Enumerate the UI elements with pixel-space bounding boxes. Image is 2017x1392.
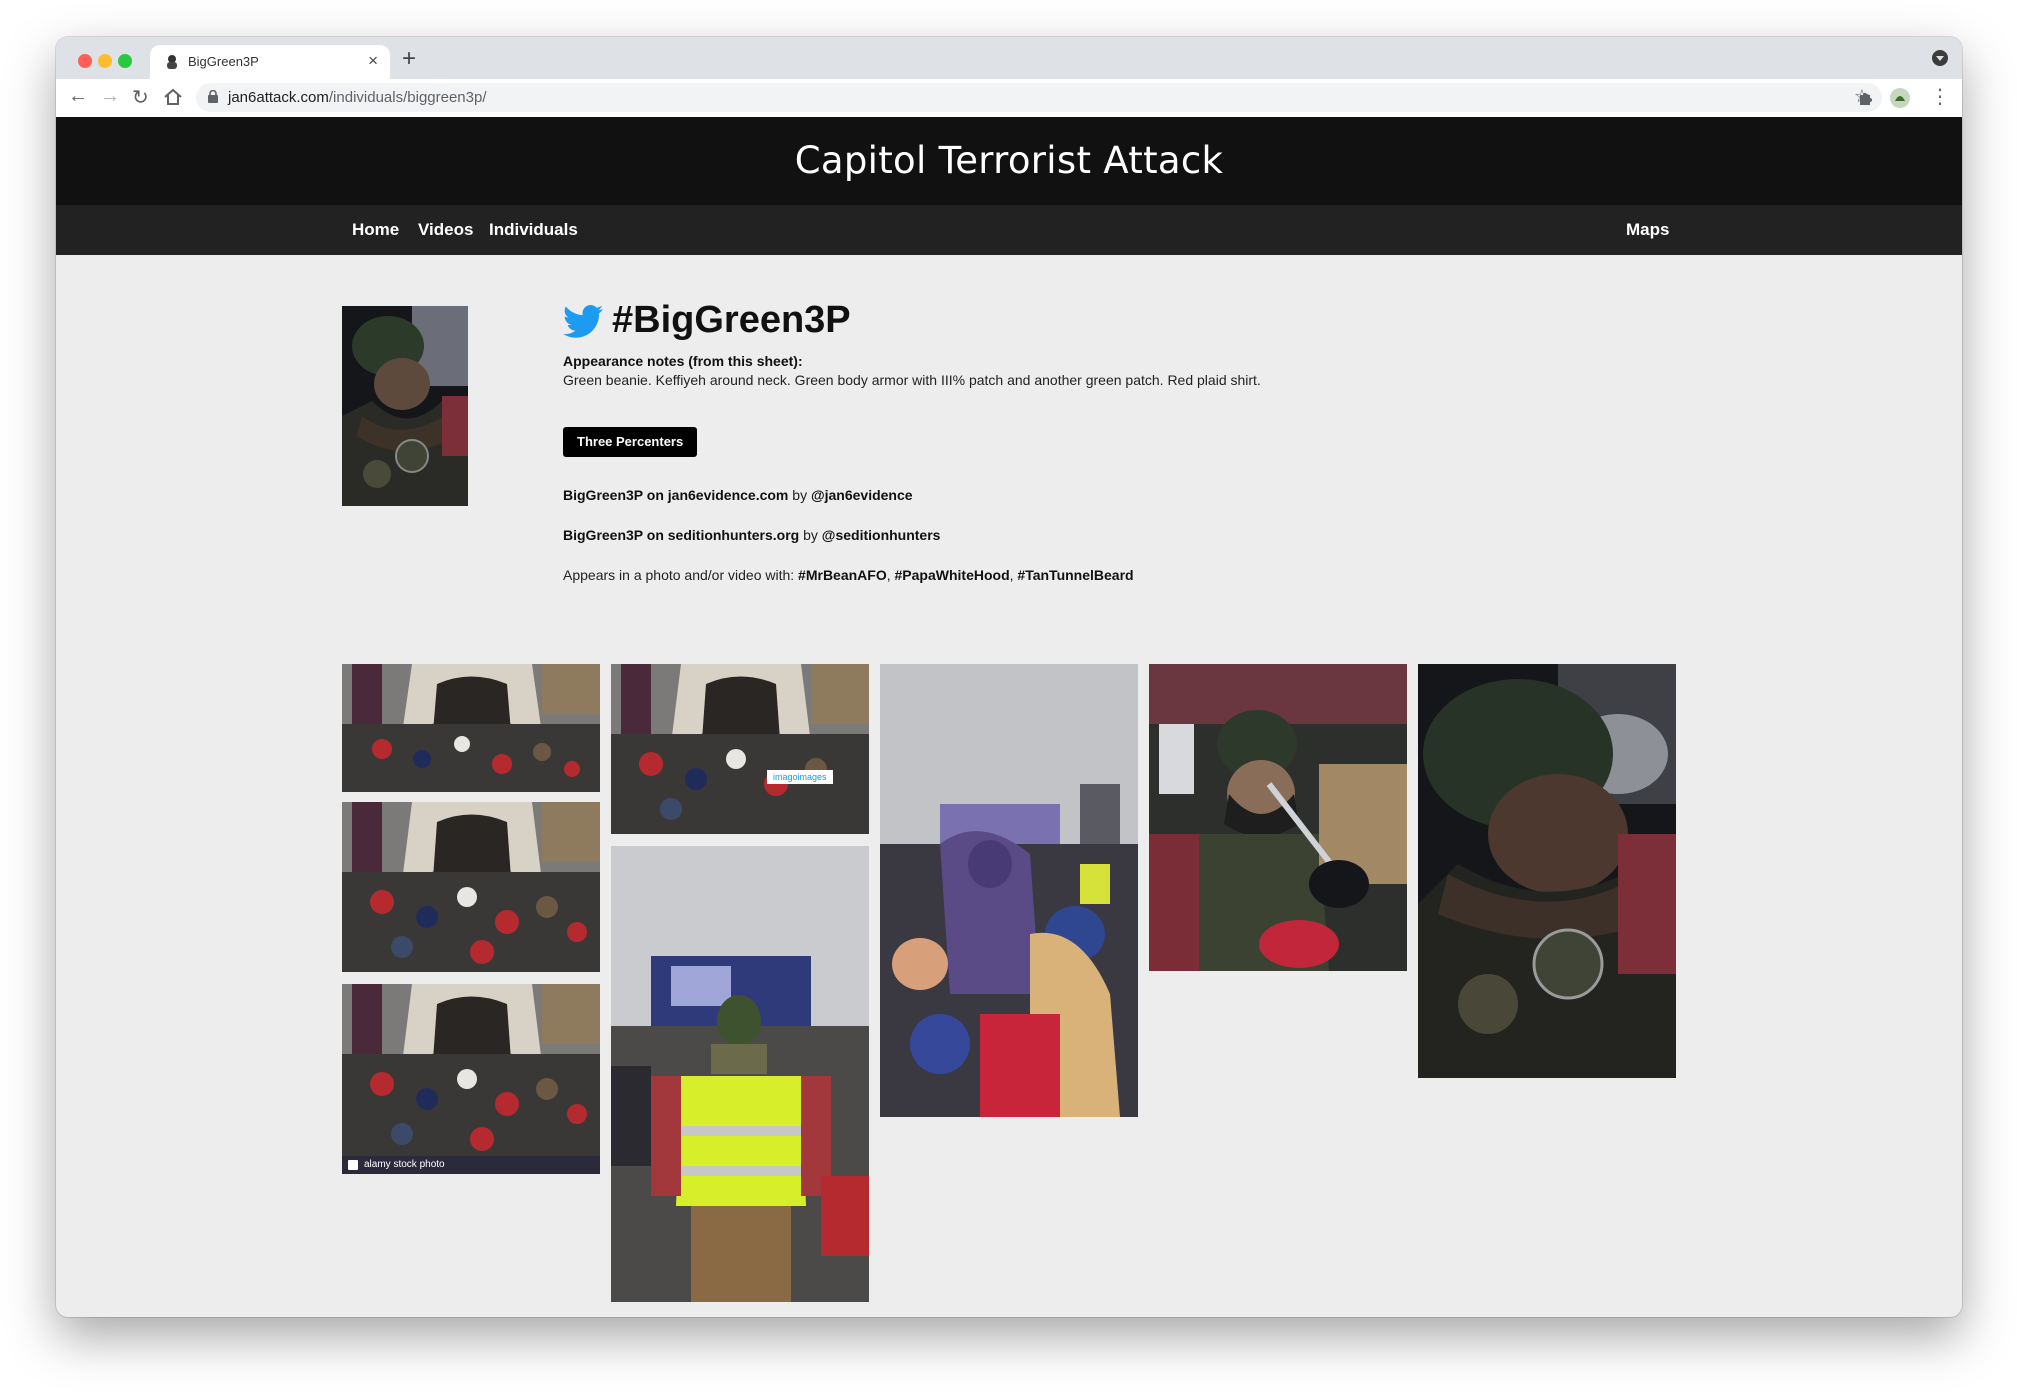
gallery-photo-3[interactable]: alamy stock photo: [342, 984, 600, 1174]
address-bar[interactable]: jan6attack.com/individuals/biggreen3p/ ☆: [196, 83, 1882, 112]
lock-icon: [208, 90, 218, 103]
nav-individuals-link[interactable]: Individuals: [489, 220, 578, 240]
nav-home-link[interactable]: Home: [352, 220, 399, 240]
gallery-photo-2[interactable]: [342, 802, 600, 972]
maximize-window-button[interactable]: [118, 54, 132, 68]
browser-tab[interactable]: BigGreen3P ×: [150, 45, 390, 79]
gallery-photo-7[interactable]: [1149, 664, 1407, 971]
profile-avatar[interactable]: [1889, 87, 1911, 109]
jan6evidence-handle-link[interactable]: @jan6evidence: [811, 487, 913, 503]
seditionhunters-handle-link[interactable]: @seditionhunters: [822, 527, 941, 543]
imago-watermark: imagoimages: [767, 770, 833, 784]
profile-photo[interactable]: [342, 306, 468, 506]
tab-close-icon[interactable]: ×: [368, 51, 378, 71]
appears-with-label: Appears in a photo and/or video with:: [563, 567, 795, 583]
nav-videos-link[interactable]: Videos: [418, 220, 473, 240]
gallery-photo-6[interactable]: [880, 664, 1138, 1117]
alamy-logo-icon: [348, 1160, 358, 1170]
forward-icon[interactable]: →: [100, 85, 120, 108]
jan6evidence-link[interactable]: BigGreen3P on jan6evidence.com: [563, 487, 788, 503]
tab-title: BigGreen3P: [188, 54, 259, 69]
seditionhunters-link[interactable]: BigGreen3P on seditionhunters.org: [563, 527, 799, 543]
alamy-watermark: alamy stock photo: [342, 1156, 600, 1174]
menu-kebab-icon[interactable]: ⋮: [1930, 84, 1950, 109]
evidence-link-row: BigGreen3P on jan6evidence.com by @jan6e…: [563, 487, 913, 503]
tab-search-icon[interactable]: [1932, 50, 1948, 66]
reload-icon[interactable]: ↻: [132, 85, 149, 110]
gallery-photo-1[interactable]: [342, 664, 600, 792]
gallery-photo-5[interactable]: [611, 846, 869, 1302]
seditionhunters-link-row: BigGreen3P on seditionhunters.org by @se…: [563, 527, 941, 543]
notes-label: Appearance notes (from this sheet):: [563, 353, 803, 369]
new-tab-button[interactable]: +: [402, 45, 416, 73]
close-window-button[interactable]: [78, 54, 92, 68]
individual-handle: #BigGreen3P: [612, 299, 851, 341]
tab-strip: BigGreen3P × +: [56, 37, 1962, 79]
nav-maps-link[interactable]: Maps: [1626, 220, 1669, 240]
appears-with-tantunnelbeard-link[interactable]: #TanTunnelBeard: [1017, 567, 1133, 583]
notes-text: Green beanie. Keffiyeh around neck. Gree…: [563, 372, 1261, 388]
back-icon[interactable]: ←: [68, 85, 88, 108]
home-icon[interactable]: [162, 86, 184, 108]
appears-with-mrbeanafo-link[interactable]: #MrBeanAFO: [798, 567, 887, 583]
twitter-bird-icon[interactable]: [563, 305, 603, 339]
url-text: jan6attack.com/individuals/biggreen3p/: [228, 89, 487, 106]
favicon-icon: [167, 55, 177, 69]
site-title[interactable]: Capitol Terrorist Attack: [56, 139, 1962, 182]
site-nav: Home Videos Individuals Maps: [56, 205, 1962, 255]
gallery-photo-4[interactable]: imagoimages: [611, 664, 869, 834]
site-header: Capitol Terrorist Attack: [56, 117, 1962, 205]
browser-toolbar: ← → ↻ jan6attack.com/individuals/biggree…: [56, 79, 1962, 118]
appears-with-papawhitehood-link[interactable]: #PapaWhiteHood: [895, 567, 1010, 583]
appears-with-row: Appears in a photo and/or video with: #M…: [563, 567, 1134, 583]
extensions-icon[interactable]: [1854, 87, 1876, 109]
minimize-window-button[interactable]: [98, 54, 112, 68]
gallery-photo-8[interactable]: [1418, 664, 1676, 1078]
group-badge[interactable]: Three Percenters: [563, 427, 698, 457]
